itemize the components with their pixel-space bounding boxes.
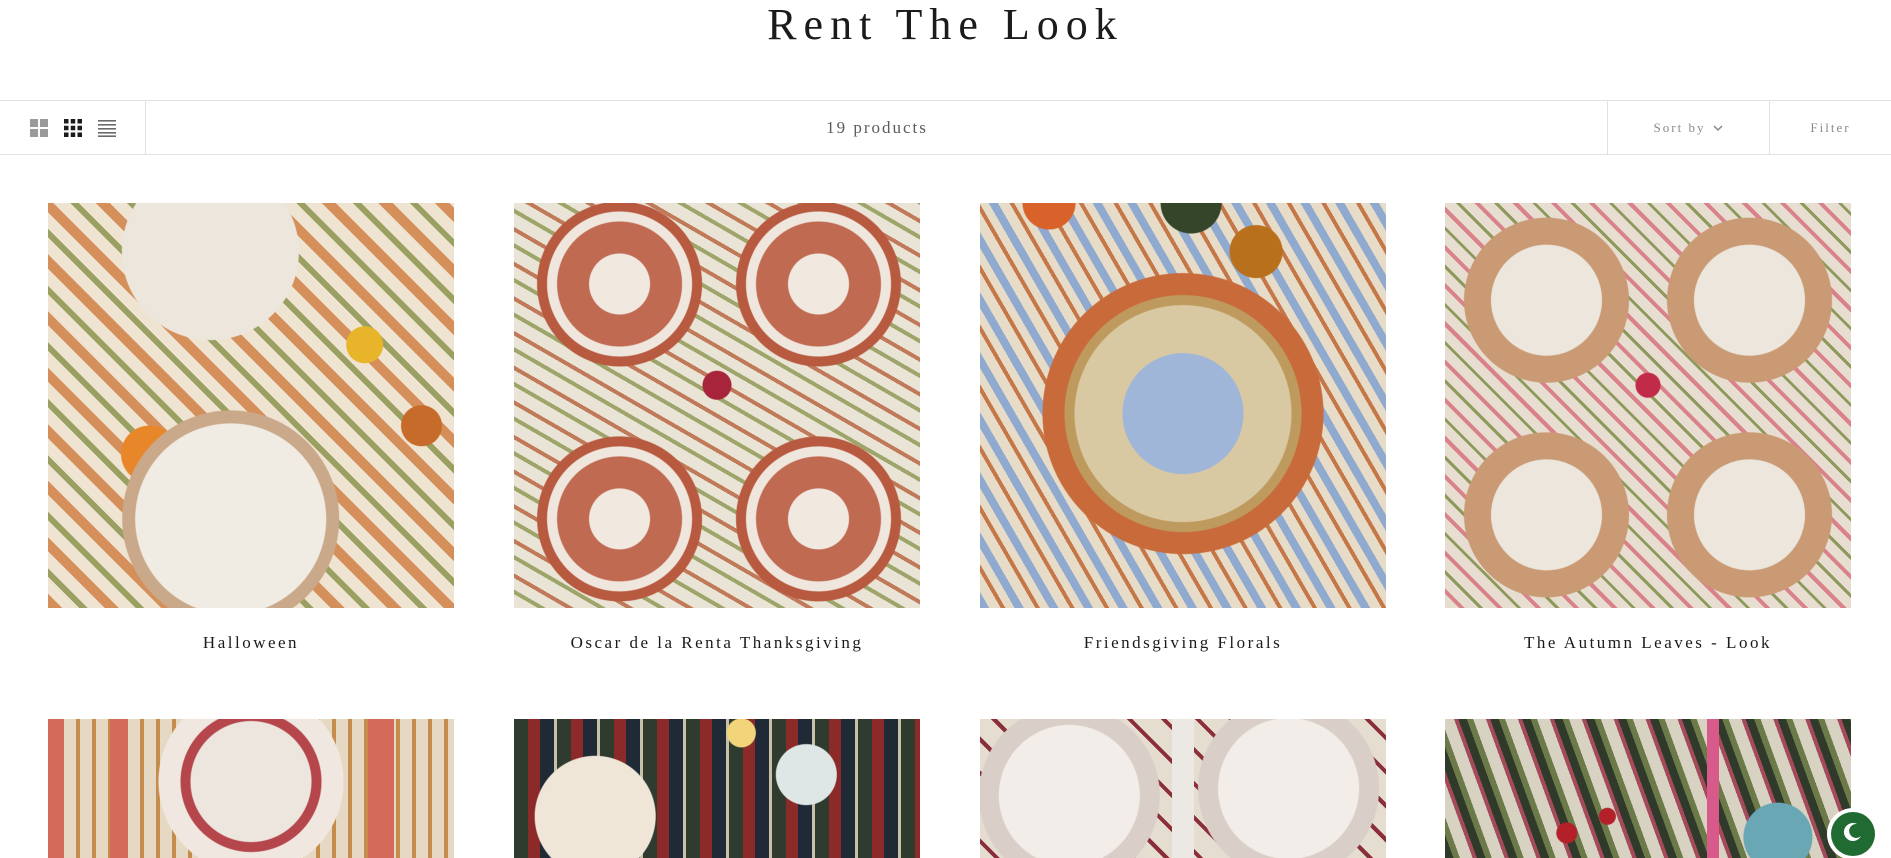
product-card[interactable]: Halloween [48, 203, 454, 653]
product-title[interactable]: Oscar de la Renta Thanksgiving [514, 633, 920, 653]
product-card[interactable] [514, 719, 920, 858]
product-image[interactable] [48, 719, 454, 858]
grid-large-icon[interactable] [29, 118, 49, 138]
product-image[interactable] [48, 203, 454, 608]
sort-by-button[interactable]: Sort by [1607, 101, 1769, 154]
product-image[interactable] [514, 203, 920, 608]
product-image[interactable] [980, 719, 1386, 858]
product-card[interactable]: Oscar de la Renta Thanksgiving [514, 203, 920, 653]
product-image[interactable] [1445, 719, 1851, 858]
list-icon[interactable] [97, 118, 117, 138]
product-card[interactable] [1445, 719, 1851, 858]
product-count: 19 products [826, 118, 928, 137]
product-image[interactable] [514, 719, 920, 858]
product-title[interactable]: Halloween [48, 633, 454, 653]
product-image[interactable] [1445, 203, 1851, 608]
grid-small-icon[interactable] [63, 118, 83, 138]
sort-by-label: Sort by [1653, 119, 1706, 135]
product-card[interactable] [48, 719, 454, 858]
collection-toolbar: 19 products Sort by Filter [0, 100, 1891, 155]
product-title[interactable]: The Autumn Leaves - Look [1445, 633, 1851, 653]
product-card[interactable] [980, 719, 1386, 858]
product-card[interactable]: Friendsgiving Florals [980, 203, 1386, 653]
product-image[interactable] [980, 203, 1386, 608]
page-title: Rent The Look [767, 0, 1124, 49]
product-card[interactable]: The Autumn Leaves - Look [1445, 203, 1851, 653]
chevron-down-icon [1713, 120, 1723, 136]
chat-widget-button[interactable] [1831, 812, 1875, 856]
filter-button[interactable]: Filter [1769, 101, 1891, 154]
product-title[interactable]: Friendsgiving Florals [980, 633, 1386, 653]
layout-switch [0, 101, 146, 154]
moon-icon [1842, 821, 1864, 847]
